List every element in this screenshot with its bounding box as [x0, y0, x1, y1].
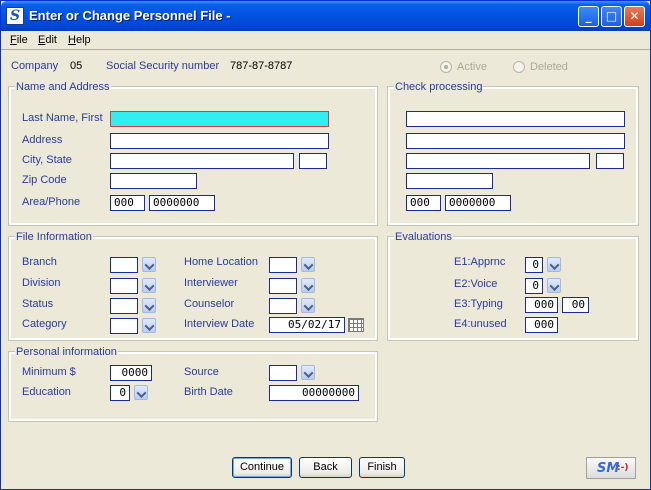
- status-input[interactable]: [110, 298, 138, 314]
- company-value: 05: [70, 60, 83, 72]
- check-phone-input[interactable]: 0000000: [445, 195, 511, 211]
- interviewer-label: Interviewer: [184, 277, 238, 289]
- window-title: Enter or Change Personnel File -: [29, 8, 231, 23]
- e3-input-a[interactable]: 000: [525, 297, 558, 313]
- branch-input[interactable]: [110, 257, 138, 273]
- personnel-file-window: S Enter or Change Personnel File - _ □ ✕…: [0, 0, 651, 490]
- evaluations-group: Evaluations: [387, 231, 639, 341]
- address-input[interactable]: [110, 133, 329, 149]
- sm-logo-text: SM: [597, 461, 620, 476]
- evaluations-title: Evaluations: [394, 231, 453, 243]
- maximize-icon: □: [605, 9, 618, 23]
- source-input[interactable]: [269, 365, 297, 381]
- state-input[interactable]: [299, 153, 327, 169]
- division-label: Division: [22, 277, 61, 289]
- back-button[interactable]: Back: [299, 457, 352, 478]
- source-label: Source: [184, 366, 219, 378]
- check-processing-title: Check processing: [394, 81, 484, 93]
- finish-button[interactable]: Finish: [359, 457, 405, 478]
- branch-label: Branch: [22, 256, 57, 268]
- menu-bar: File Edit Help: [1, 31, 650, 50]
- status-dropdown-icon[interactable]: [142, 298, 156, 313]
- check-line2-input[interactable]: [406, 133, 625, 149]
- name-address-title: Name and Address: [15, 81, 111, 93]
- counselor-dropdown-icon[interactable]: [301, 298, 315, 313]
- check-zip-input[interactable]: [406, 173, 493, 189]
- close-button[interactable]: ✕: [624, 6, 645, 27]
- personal-information-title: Personal information: [15, 346, 118, 358]
- interviewer-input[interactable]: [269, 278, 297, 294]
- category-dropdown-icon[interactable]: [142, 318, 156, 333]
- continue-button[interactable]: Continue: [232, 457, 292, 478]
- counselor-label: Counselor: [184, 298, 235, 310]
- e2-label: E2:Voice: [454, 278, 498, 290]
- category-label: Category: [22, 318, 67, 330]
- file-information-title: File Information: [15, 231, 93, 243]
- deleted-radio[interactable]: [513, 61, 525, 73]
- e4-input[interactable]: 000: [525, 317, 558, 333]
- company-label: Company: [11, 60, 59, 72]
- menu-file[interactable]: File: [10, 34, 28, 46]
- e1-label: E1:Apprnc: [454, 256, 506, 268]
- check-line1-input[interactable]: [406, 111, 625, 127]
- ssn-value: 787-87-8787: [230, 60, 293, 72]
- source-dropdown-icon[interactable]: [301, 365, 315, 380]
- active-label: Active: [457, 61, 487, 73]
- interview-date-input[interactable]: 05/02/17: [269, 317, 345, 333]
- home-location-input[interactable]: [269, 257, 297, 273]
- sm-logo-button[interactable]: SM :-): [586, 457, 636, 479]
- e4-label: E4:unused: [454, 318, 507, 330]
- category-input[interactable]: [110, 318, 138, 334]
- education-input[interactable]: 0: [110, 385, 130, 401]
- e2-input[interactable]: 0: [525, 278, 543, 294]
- zip-input[interactable]: [110, 173, 197, 189]
- ssn-label: Social Security number: [106, 60, 220, 72]
- last-first-input[interactable]: [110, 111, 329, 127]
- title-bar[interactable]: S Enter or Change Personnel File - _ □ ✕: [1, 1, 650, 31]
- minimize-icon: _: [585, 9, 592, 23]
- phone-input[interactable]: 0000000: [149, 195, 215, 211]
- check-area-code-input[interactable]: 000: [406, 195, 441, 211]
- address-label: Address: [22, 134, 63, 146]
- home-location-label: Home Location: [184, 256, 258, 268]
- branch-dropdown-icon[interactable]: [142, 257, 156, 272]
- interviewer-dropdown-icon[interactable]: [301, 278, 315, 293]
- minimum-input[interactable]: 0000: [110, 365, 152, 381]
- city-state-label: City, State: [22, 154, 72, 166]
- e2-dropdown-icon[interactable]: [547, 278, 561, 293]
- status-label: Status: [22, 298, 54, 310]
- deleted-label: Deleted: [530, 61, 568, 73]
- area-code-input[interactable]: 000: [110, 195, 145, 211]
- counselor-input[interactable]: [269, 298, 297, 314]
- interview-date-label: Interview Date: [184, 318, 255, 330]
- e3-input-b[interactable]: 00: [562, 297, 589, 313]
- menu-help[interactable]: Help: [68, 34, 91, 46]
- check-state-input[interactable]: [596, 153, 624, 169]
- menu-edit[interactable]: Edit: [38, 34, 57, 46]
- active-radio[interactable]: [440, 61, 452, 73]
- e3-label: E3:Typing: [454, 298, 503, 310]
- calendar-icon[interactable]: [348, 318, 364, 332]
- division-dropdown-icon[interactable]: [142, 278, 156, 293]
- maximize-button[interactable]: □: [601, 6, 622, 27]
- birth-date-label: Birth Date: [184, 386, 233, 398]
- education-label: Education: [22, 386, 71, 398]
- check-city-input[interactable]: [406, 153, 590, 169]
- smiley-icon: :-): [617, 463, 629, 473]
- e1-input[interactable]: 0: [525, 257, 543, 273]
- minimum-label: Minimum $: [22, 366, 76, 378]
- app-icon[interactable]: S: [6, 7, 24, 25]
- close-icon: ✕: [629, 9, 640, 23]
- e1-dropdown-icon[interactable]: [547, 257, 561, 272]
- minimize-button[interactable]: _: [578, 6, 599, 27]
- home-location-dropdown-icon[interactable]: [301, 257, 315, 272]
- last-first-label: Last Name, First: [22, 112, 103, 124]
- area-phone-label: Area/Phone: [22, 196, 81, 208]
- city-input[interactable]: [110, 153, 294, 169]
- division-input[interactable]: [110, 278, 138, 294]
- zip-label: Zip Code: [22, 174, 67, 186]
- birth-date-input[interactable]: 00000000: [269, 385, 359, 401]
- education-dropdown-icon[interactable]: [134, 385, 148, 400]
